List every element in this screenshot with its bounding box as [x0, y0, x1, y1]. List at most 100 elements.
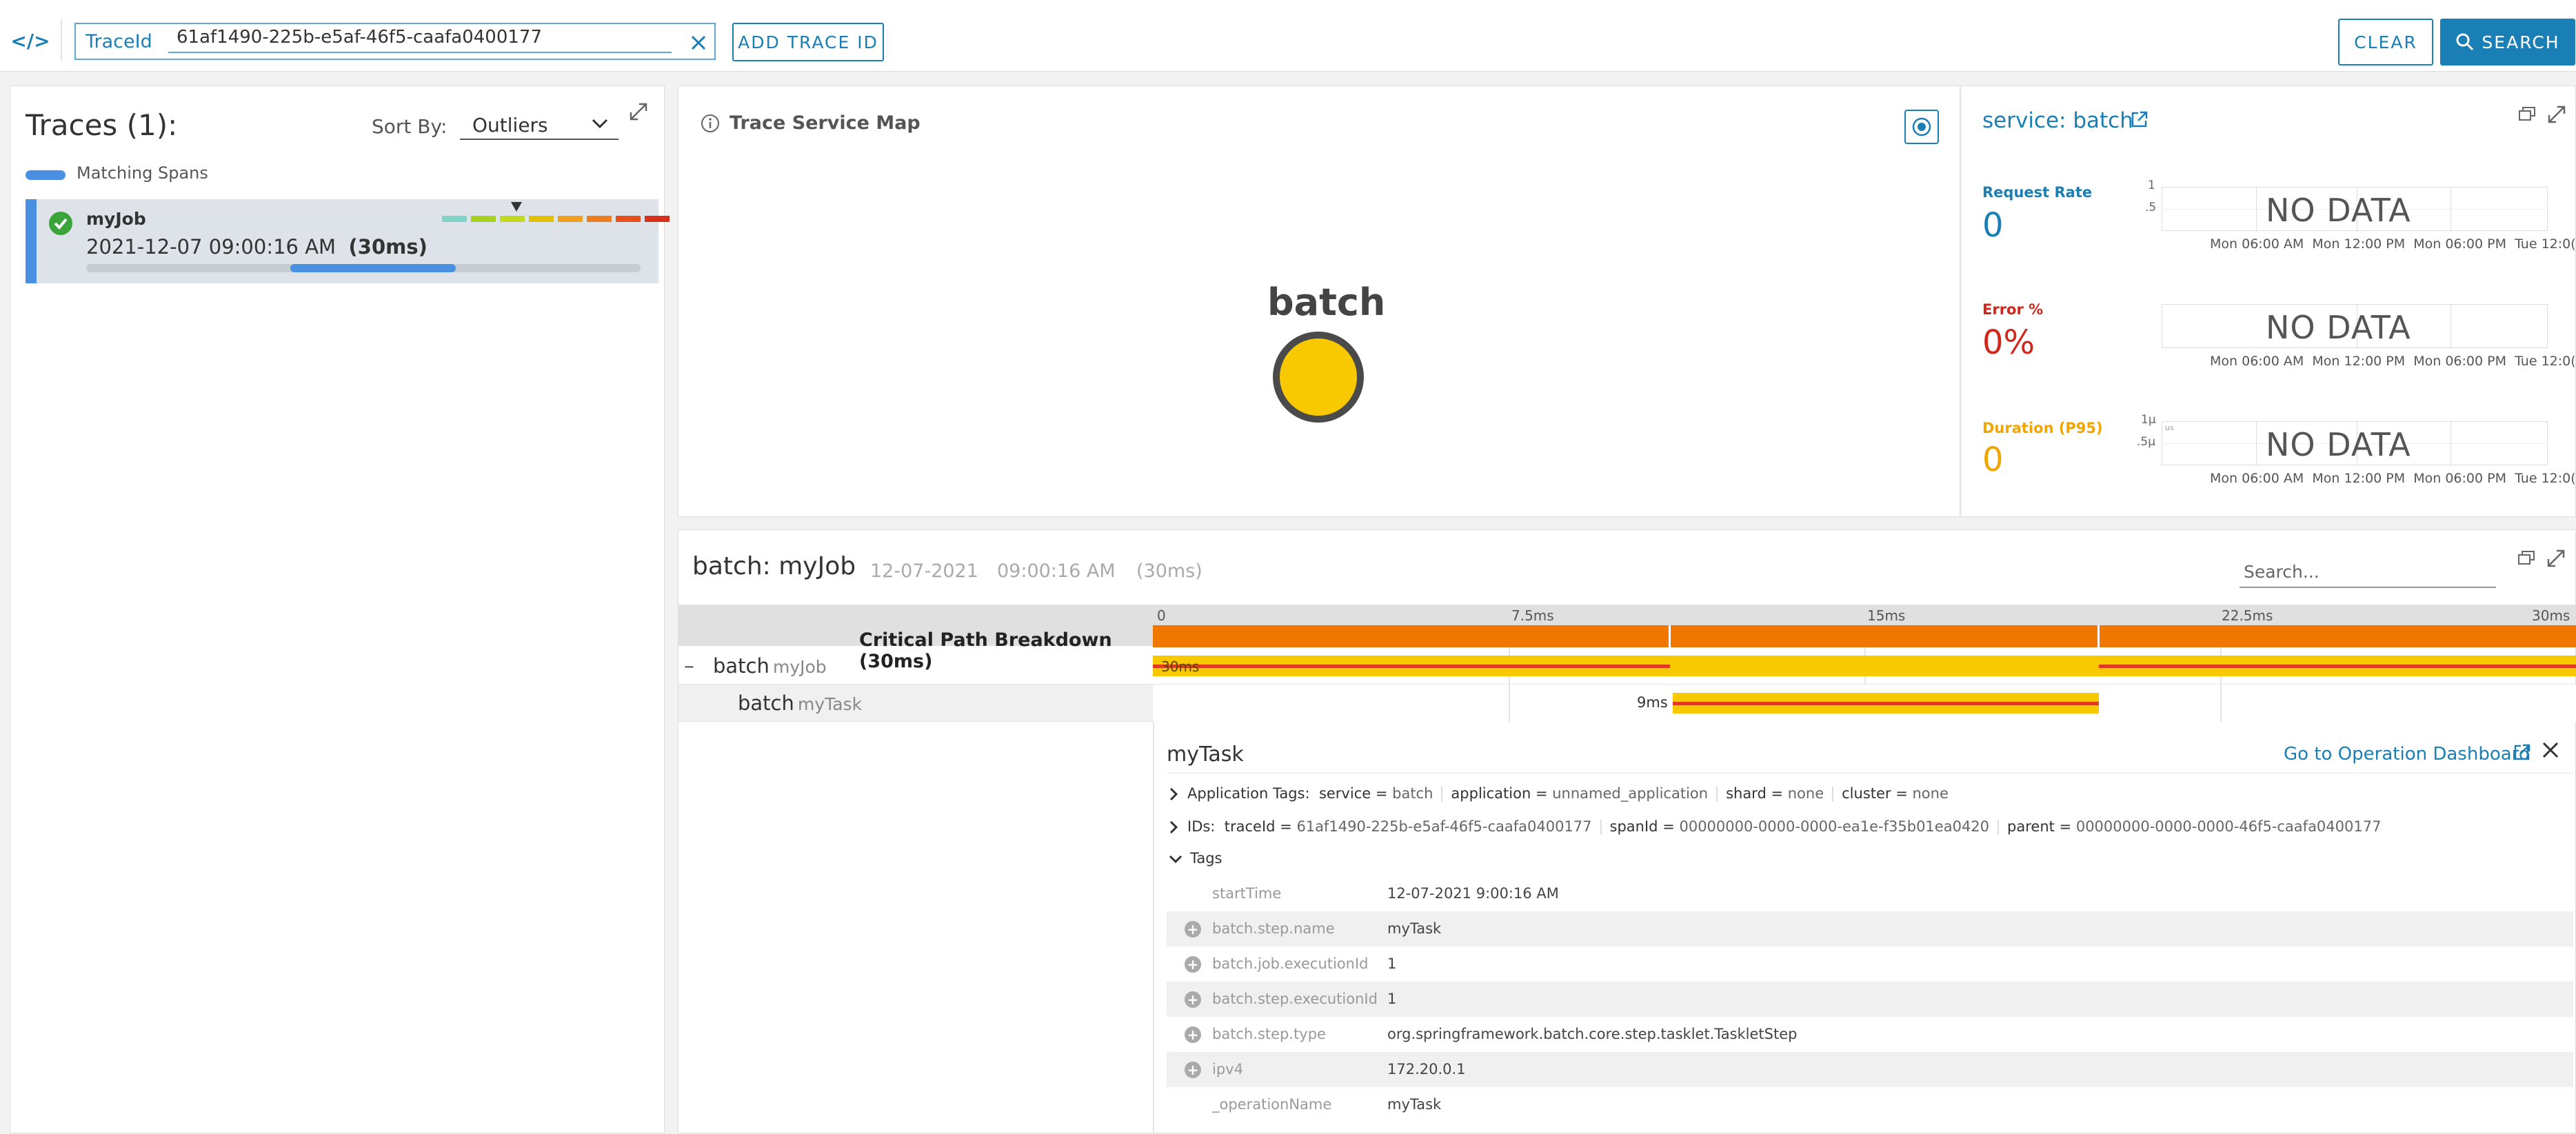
ids-row[interactable]: IDs: traceId = 61af1490-225b-e5af-46f5-c… — [1168, 818, 2381, 835]
duration-label: Duration (P95) — [1982, 420, 2103, 436]
timeline-scale: 0 7.5ms 15ms 22.5ms 30ms — [1153, 605, 2576, 625]
unit-label: us — [2165, 423, 2174, 432]
trace-card-accent — [26, 199, 37, 283]
span-bar[interactable]: 30ms — [1153, 656, 2576, 676]
no-data-label: NO DATA — [2266, 309, 2411, 346]
traces-panel: Traces (1): Sort By: Outliers Matching S… — [10, 85, 670, 1133]
recenter-button[interactable] — [1904, 110, 1939, 144]
operation-dashboard-link[interactable]: Go to Operation Dashboard — [2284, 744, 2530, 765]
request-rate-ytick: .5 — [2145, 201, 2157, 214]
trace-date-text: 2021-12-07 09:00:16 AM — [86, 235, 336, 259]
add-filter-icon[interactable]: + — [1185, 921, 1201, 938]
expand-icon[interactable] — [2546, 104, 2567, 125]
search-icon — [2456, 33, 2474, 51]
tag-key: cluster — [1842, 785, 1891, 802]
x-tick: Tue 12:0( — [2515, 471, 2576, 486]
trace-list-item[interactable]: myJob 2021-12-07 09:00:16 AM (30ms) — [26, 199, 670, 283]
duration-value: 0 — [1982, 441, 2004, 479]
close-icon[interactable] — [690, 28, 707, 52]
trace-date: 2021-12-07 09:00:16 AM (30ms) — [86, 235, 427, 259]
code-view-button[interactable]: </> — [0, 19, 61, 62]
trace-detail-time: 09:00:16 AM — [997, 560, 1116, 582]
trace-id-input[interactable]: 61af1490-225b-e5af-46f5-caafa0400177 — [177, 27, 542, 48]
critical-segment — [1673, 702, 2099, 705]
add-trace-id-button[interactable]: ADD TRACE ID — [732, 23, 884, 61]
chevron-right-icon — [1169, 787, 1178, 801]
trace-timeline-fill — [290, 264, 456, 272]
span-duration: 9ms — [1637, 694, 1668, 711]
tag-row: _operationName myTask — [1167, 1087, 2573, 1122]
tag-value: 172.20.0.1 — [1387, 1061, 1466, 1077]
equals-sign: = — [1531, 785, 1553, 802]
span-bar[interactable] — [1673, 693, 2099, 713]
tag-value: org.springframework.batch.core.step.task… — [1387, 1026, 1798, 1042]
tags-label: Tags — [1190, 850, 1222, 867]
critical-segment — [1153, 665, 1670, 668]
tag-value: none — [1912, 785, 1949, 802]
span-search-input[interactable]: Search... — [2240, 558, 2496, 588]
span-label: batch myTask — [738, 691, 862, 715]
service-node-label: batch — [1267, 281, 1386, 324]
clear-button[interactable]: CLEAR — [2338, 19, 2433, 65]
collapse-icon[interactable]: – — [684, 654, 694, 678]
divider — [1441, 787, 1443, 802]
heat-cell — [616, 216, 641, 222]
search-button[interactable]: SEARCH — [2440, 19, 2575, 65]
tag-value: 12-07-2021 9:00:16 AM — [1387, 885, 1559, 902]
close-icon[interactable] — [2540, 740, 2561, 760]
restore-window-icon[interactable] — [2517, 549, 2536, 566]
service-title-link[interactable]: service: batch — [1982, 108, 2133, 133]
no-data-label: NO DATA — [2266, 426, 2411, 463]
sort-by-value: Outliers — [472, 114, 548, 136]
external-link-icon[interactable] — [2513, 742, 2532, 762]
error-rate-xticks: Mon 06:00 AM Mon 12:00 PM Mon 06:00 PM T… — [2210, 354, 2576, 369]
equals-sign: = — [1766, 785, 1788, 802]
chevron-right-icon — [1169, 820, 1178, 834]
expand-icon[interactable] — [2546, 548, 2566, 569]
tag-key: batch.step.executionId — [1212, 991, 1378, 1007]
expand-icon[interactable] — [628, 101, 649, 122]
service-node[interactable] — [1273, 332, 1364, 423]
trace-detail-panel: batch: myJob 12-07-2021 09:00:16 AM (30m… — [678, 529, 2576, 1134]
add-filter-icon[interactable]: + — [1185, 1062, 1201, 1078]
tag-row: + batch.step.name myTask — [1167, 911, 2573, 946]
x-tick: Mon 06:00 AM — [2210, 471, 2304, 486]
scale-tick: 15ms — [1867, 607, 1906, 624]
tag-value: myTask — [1387, 920, 1442, 937]
span-row[interactable]: – batch myJob 30ms — [678, 647, 2576, 685]
critical-path-divider — [1669, 625, 1671, 647]
span-row[interactable]: batch myTask 9ms — [678, 685, 2576, 722]
toolbar-divider — [61, 19, 62, 61]
trace-id-label: TraceId — [85, 31, 152, 52]
equals-sign: = — [1371, 785, 1393, 802]
heat-cell — [500, 216, 525, 222]
info-icon[interactable] — [701, 114, 720, 133]
add-filter-icon[interactable]: + — [1185, 956, 1201, 973]
trace-service-map: Trace Service Map batch — [678, 85, 1960, 517]
trace-id-field[interactable]: TraceId 61af1490-225b-e5af-46f5-caafa040… — [74, 23, 716, 60]
heat-cell — [471, 216, 496, 222]
heat-cell — [529, 216, 554, 222]
tags-toggle[interactable]: Tags — [1168, 850, 1222, 867]
add-filter-icon[interactable]: + — [1185, 1026, 1201, 1043]
critical-path-bar[interactable] — [1153, 625, 2576, 647]
error-rate-value: 0% — [1982, 323, 2035, 362]
critical-path-divider — [2097, 625, 2100, 647]
restore-window-icon[interactable] — [2517, 105, 2537, 122]
gridline — [2220, 685, 2222, 722]
trace-name: myJob — [86, 209, 146, 229]
target-icon — [1912, 117, 1931, 136]
span-details: myTask Go to Operation Dashboard Applica… — [1167, 731, 2573, 1134]
application-tags-row[interactable]: Application Tags: service = batch applica… — [1168, 785, 1949, 802]
error-rate-label: Error % — [1982, 301, 2044, 318]
duration-ytick: 1μ — [2141, 413, 2156, 427]
add-filter-icon[interactable]: + — [1185, 991, 1201, 1008]
outlier-heatmap — [442, 216, 670, 222]
tag-value: 1 — [1387, 991, 1397, 1007]
tag-key: application — [1451, 785, 1531, 802]
external-link-icon[interactable] — [2130, 110, 2149, 129]
tag-key: ipv4 — [1212, 1061, 1243, 1077]
x-tick: Mon 06:00 AM — [2210, 354, 2304, 369]
chevron-down-icon — [1169, 855, 1183, 864]
sort-by-select[interactable]: Outliers — [460, 111, 618, 140]
